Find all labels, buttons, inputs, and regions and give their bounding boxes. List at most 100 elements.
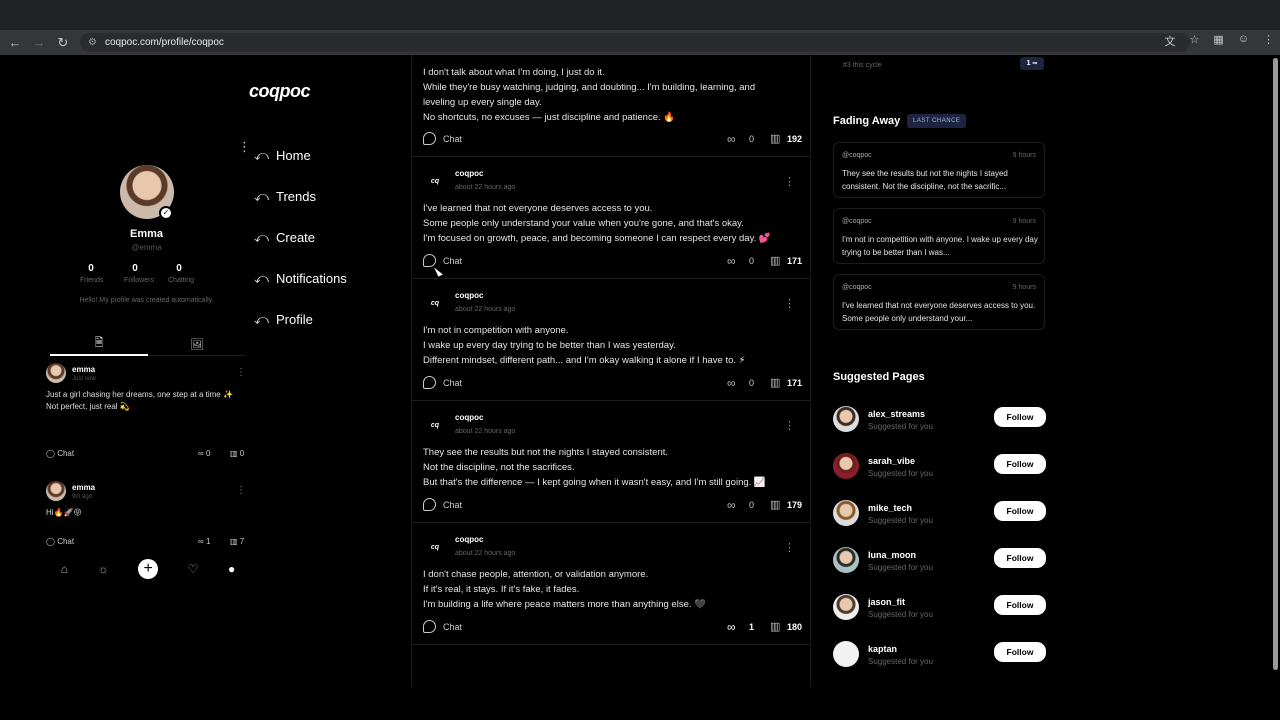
post-text-line: I've learned that not everyone deserves … [423,203,653,214]
back-icon[interactable]: ← [3,31,27,55]
nav-create[interactable]: ⤺ Create [236,217,347,258]
post-username[interactable]: coqpoc [455,535,483,544]
avatar[interactable] [833,547,859,573]
follow-button[interactable]: Follow [994,407,1046,427]
infinity-icon[interactable]: ∞ [727,132,736,146]
home-icon[interactable]: ⌂ [61,562,68,576]
reload-icon[interactable]: ↻ [51,31,75,55]
avatar[interactable] [46,363,66,383]
infinity-icon[interactable]: ∞ [727,254,736,268]
fading-card[interactable]: @coqpoc 9 hours I've learned that not ev… [833,274,1045,330]
chat-bubble-icon[interactable] [423,620,436,633]
post-text-line: While they're busy watching, judging, an… [423,82,756,93]
post-text-line: I'm not in competition with anyone. [423,325,569,336]
avatar[interactable] [833,594,859,620]
more-options-icon[interactable]: ⋮ [236,367,246,378]
address-bar[interactable]: ⚙ coqpoc.com/profile/coqpoc [80,33,1190,52]
chat-bubble-icon[interactable] [423,254,436,267]
bookmark-star-icon[interactable]: ☆ [1189,33,1199,49]
follow-button[interactable]: Follow [994,548,1046,568]
chat-button[interactable]: Chat [443,622,462,632]
stat-followers[interactable]: 0 Followers [124,263,154,284]
create-nav-icon: ⤺ [254,229,269,245]
user-icon[interactable]: ● [228,562,235,576]
post-username[interactable]: coqpoc [455,291,483,300]
post-avatar-logo[interactable]: cq [426,417,444,435]
infinity-icon[interactable]: ∞ [727,376,736,390]
tab-posts[interactable]: 🗎 [50,332,148,356]
follow-button[interactable]: Follow [994,642,1046,662]
avatar[interactable] [833,453,859,479]
forward-icon[interactable]: → [27,31,51,55]
suggested-name[interactable]: mike_tech [868,503,912,513]
chat-button[interactable]: Chat [443,256,462,266]
infinity-icon[interactable]: ∞ [727,620,736,634]
nav-home[interactable]: ⤺ Home [236,135,347,176]
chat-button[interactable]: ◯ Chat [46,449,74,458]
post-username[interactable]: emma [72,365,95,374]
views-count: 171 [787,256,803,266]
nav-profile[interactable]: ⤺ Profile [236,299,347,340]
chat-bubble-icon[interactable] [423,132,436,145]
stat-friends-label: Friends [80,277,104,284]
avatar[interactable] [833,406,859,432]
more-options-icon[interactable]: ⋮ [784,175,795,188]
follow-button[interactable]: Follow [994,501,1046,521]
fading-card[interactable]: @coqpoc 9 hours They see the results but… [833,142,1045,198]
post-avatar-logo[interactable]: cq [426,539,444,557]
translate-icon[interactable]: 文 [1164,33,1175,49]
infinity-icon[interactable]: ∞ [727,498,736,512]
suggested-name[interactable]: jason_fit [868,597,905,607]
list-item: emma Just now ⋮ Just a girl chasing her … [46,363,250,458]
chat-button[interactable]: Chat [443,378,462,388]
scrollbar-thumb[interactable] [1273,58,1278,670]
fading-time: 9 hours [1012,152,1036,159]
menu-icon[interactable]: ⋮ [1263,33,1274,49]
heart-icon[interactable]: ♡ [188,562,199,576]
nav-notifications[interactable]: ⤺ Notifications [236,258,347,299]
suggested-name[interactable]: luna_moon [868,550,916,560]
infinity-count: 0 [749,134,755,144]
site-settings-icon[interactable]: ⚙ [88,37,97,48]
brand-logo[interactable]: coqpoc [249,81,311,102]
more-options-icon[interactable]: ⋮ [784,419,795,432]
stat-chatting-label: Chatting [168,277,195,284]
follow-button[interactable]: Follow [994,454,1046,474]
chat-bubble-icon[interactable] [423,498,436,511]
more-options-icon[interactable]: ⋮ [236,485,246,496]
chat-bubble-icon[interactable] [423,376,436,389]
suggested-row: mike_tech Suggested for you Follow [833,498,1046,528]
follow-button[interactable]: Follow [994,595,1046,615]
avatar[interactable] [46,481,66,501]
avatar[interactable] [833,500,859,526]
stat-friends[interactable]: 0 Friends [80,263,104,284]
stat-chatting[interactable]: 0 Chatting [168,263,195,284]
fading-time: 9 hours [1012,284,1036,291]
post-username[interactable]: coqpoc [455,169,483,178]
create-plus-icon[interactable]: + [138,559,159,579]
tab-media[interactable]: 🖼 [148,332,246,356]
suggested-name[interactable]: alex_streams [868,409,925,419]
extensions-icon[interactable]: ▦ [1213,33,1223,49]
chat-button[interactable]: Chat [443,500,462,510]
edit-avatar-icon[interactable]: ✓ [159,206,173,220]
nav-trends[interactable]: ⤺ Trends [236,176,347,217]
post-avatar-logo[interactable]: cq [426,173,444,191]
post-username[interactable]: coqpoc [455,413,483,422]
more-options-icon[interactable]: ⋮ [784,541,795,554]
suggested-name[interactable]: kaptan [868,644,897,654]
compass-icon[interactable]: ☼ [98,562,109,576]
fading-card[interactable]: @coqpoc 9 hours I'm not in competition w… [833,208,1045,264]
more-options-icon[interactable]: ⋮ [784,297,795,310]
avatar[interactable] [833,641,859,667]
suggested-name[interactable]: sarah_vibe [868,456,915,466]
feed-post: cq coqpoc about 22 hours ago ⋮ I'm not i… [412,279,811,401]
profile-icon[interactable]: ☺ [1238,33,1249,49]
suggested-pages-title: Suggested Pages [833,371,925,383]
views-count: ▥ 0 [230,449,245,458]
chat-button[interactable]: Chat [443,134,462,144]
post-username[interactable]: emma [72,483,95,492]
post-avatar-logo[interactable]: cq [426,295,444,313]
page-scrollbar[interactable] [1273,58,1278,670]
chat-button[interactable]: ◯ Chat [46,537,74,546]
